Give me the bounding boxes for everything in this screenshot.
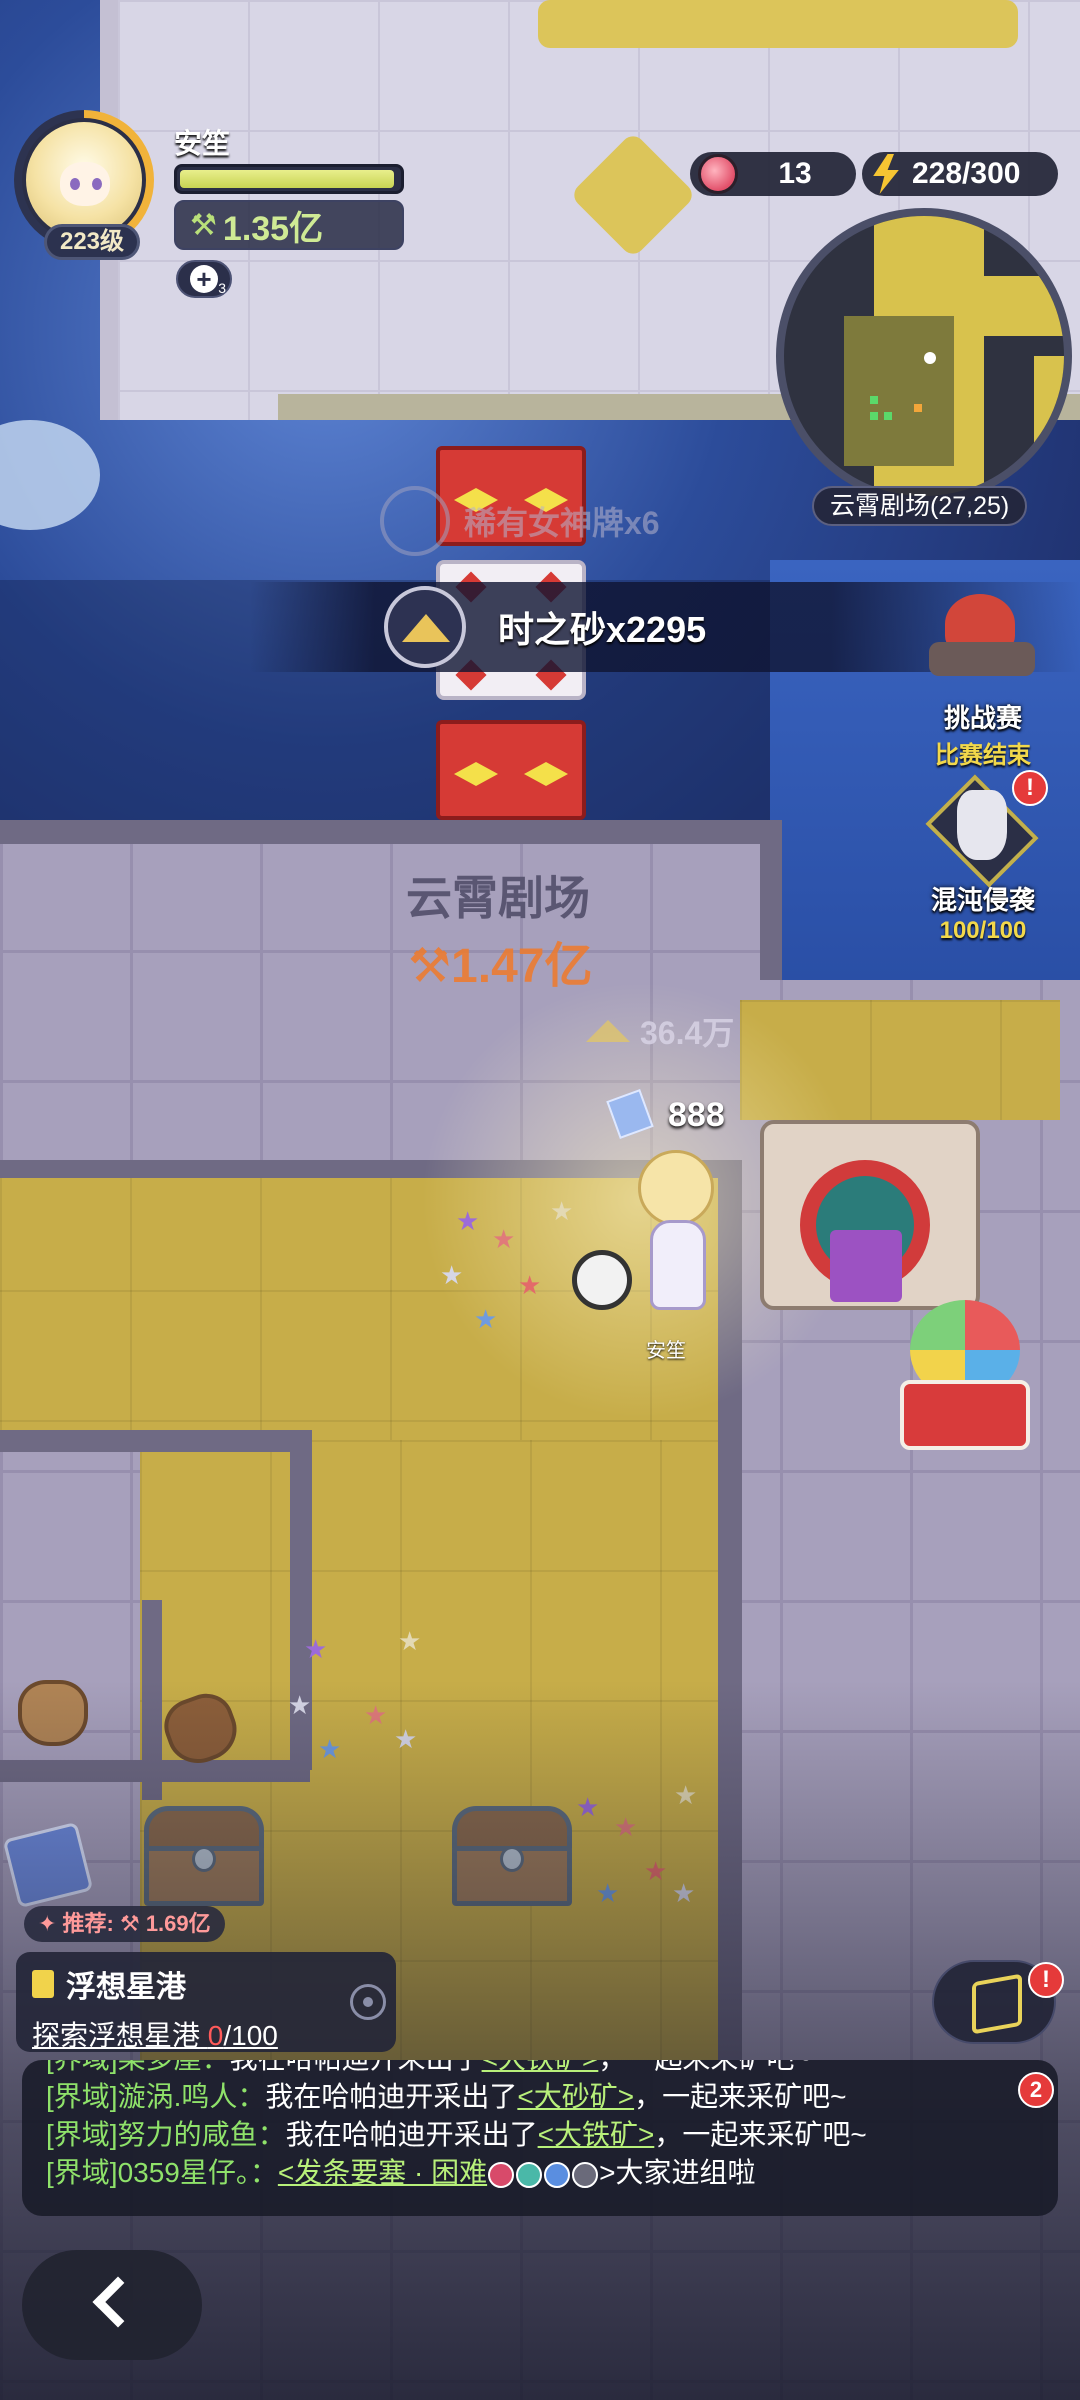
quest-progress[interactable]: 探索浮想星港 0/100	[32, 2014, 380, 2054]
chaos-alert: !	[1012, 770, 1048, 806]
player-power-value: 1.35亿	[222, 209, 324, 248]
wall	[0, 820, 780, 844]
goddess-card-icon	[380, 486, 450, 556]
star-pickup: ★	[614, 1812, 638, 1842]
lightning-icon	[873, 154, 899, 194]
treasure-chest[interactable]	[144, 1806, 264, 1906]
chat-line: [界域]梁多崖：我在哈帕迪开采出了<大铁矿>，一起来采矿吧~	[46, 2060, 1034, 2078]
chat-panel[interactable]: [界域]梁多崖：我在哈帕迪开采出了<大铁矿>，一起来采矿吧~ [界域]漩涡.鸣人…	[22, 2060, 1058, 2216]
challenge-status: 比赛结束	[935, 742, 1031, 769]
star-pickup: ★	[596, 1878, 620, 1908]
wall	[142, 1600, 162, 1800]
damage-number: 888	[668, 1096, 725, 1134]
star-pickup: ★	[456, 1206, 480, 1236]
star-pickup: ★	[518, 1270, 542, 1300]
player-position-marker	[924, 352, 936, 364]
sand-pile-icon	[586, 1020, 630, 1042]
cube-box-icon	[972, 1973, 1022, 2035]
zone-title: 云霄剧场	[406, 872, 590, 924]
star-pickup: ★	[474, 1304, 498, 1334]
buff-count: 3	[218, 280, 226, 296]
element-icon	[572, 2161, 599, 2188]
peach-icon	[698, 154, 738, 194]
sand-pile-icon	[384, 586, 466, 668]
element-icon	[488, 2161, 515, 2188]
quest-title: 浮想星港	[66, 1971, 186, 2004]
star-pickup: ★	[492, 1224, 516, 1254]
element-icon	[544, 2161, 571, 2188]
star-pickup: ★	[576, 1792, 600, 1822]
star-pickup: ★	[440, 1260, 464, 1290]
chat-line: [界域]0359星仔。：<发条要塞 · 困难 >大家进组啦	[46, 2157, 756, 2188]
minimap[interactable]	[776, 208, 1072, 504]
player-power: ⚒ 1.35亿	[174, 200, 404, 250]
back-chevron-icon	[92, 2276, 144, 2328]
star-pickup: ★	[672, 1878, 696, 1908]
star-pickup: ★	[394, 1724, 418, 1754]
zone-power: ⚒1.47亿	[408, 940, 593, 993]
power-hammer-icon: ⚒	[190, 208, 217, 242]
peach-resource[interactable]: 13	[690, 152, 856, 196]
challenge-icon	[923, 588, 1043, 698]
panda-pet	[572, 1250, 632, 1310]
ghost-drop-notice: 稀有女神牌x6	[380, 486, 660, 556]
star-pickup: ★	[550, 1196, 574, 1226]
drum-machine[interactable]	[760, 1120, 1000, 1320]
wall	[760, 820, 782, 980]
chaos-invasion-button[interactable]: ! 混沌侵袭 100/100	[908, 770, 1058, 945]
chat-link[interactable]: <大铁矿>	[538, 2119, 655, 2150]
level-badge: 223级	[44, 224, 140, 260]
star-pickup: ★	[288, 1690, 312, 1720]
character-name-label: 安笙	[646, 1340, 686, 1362]
star-pickup: ★	[318, 1734, 342, 1764]
player-name: 安笙	[174, 128, 231, 159]
challenge-button[interactable]: 挑战赛 比赛结束	[908, 588, 1058, 770]
sand-amount: 36.4万	[586, 1008, 734, 1054]
recommend-power: ✦ 推荐: ⚒ 1.69亿	[24, 1906, 225, 1942]
target-icon[interactable]	[350, 1984, 386, 2020]
back-button[interactable]	[22, 2250, 202, 2360]
energy-value: 228/300	[912, 157, 1021, 190]
minimap-location: 云霄剧场(27,25)	[812, 486, 1028, 526]
chat-line: [界域]努力的咸鱼：我在哈帕迪开采出了<大铁矿>，一起来采矿吧~	[46, 2119, 867, 2150]
chat-line: [界域]漩涡.鸣人：我在哈帕迪开采出了<大砂矿>，一起来采矿吧~	[46, 2081, 847, 2112]
player-character[interactable]	[620, 1150, 730, 1320]
chat-link[interactable]: <发条要塞 · 困难	[278, 2157, 487, 2188]
plus-icon: +	[190, 265, 218, 293]
treasure-chest[interactable]	[452, 1806, 572, 1906]
barrier-tile	[436, 720, 586, 820]
drop-banner-text: 时之砂x2295	[498, 609, 707, 650]
challenge-title: 挑战赛	[943, 703, 1022, 733]
buff-button[interactable]: + 3	[176, 260, 232, 298]
wall	[0, 1430, 310, 1452]
star-pickup: ★	[644, 1856, 668, 1886]
power-hammer-icon: ⚒	[408, 940, 452, 993]
peach-count: 13	[778, 157, 812, 190]
circus-drum[interactable]	[900, 1300, 1040, 1460]
quest-panel[interactable]: 浮想星港 探索浮想星港 0/100	[16, 1952, 396, 2052]
chaos-status: 100/100	[939, 917, 1027, 944]
chat-unread-badge: 2	[1018, 2072, 1054, 2108]
star-pickup: ★	[674, 1780, 698, 1810]
element-icon	[516, 2161, 543, 2188]
energy-resource[interactable]: 228/300	[862, 152, 1058, 196]
quest-clipboard-icon	[32, 1970, 54, 1998]
star-pickup: ★	[304, 1634, 328, 1664]
hp-bar	[174, 164, 404, 194]
star-pickup: ★	[398, 1626, 422, 1656]
star-pickup: ★	[364, 1700, 388, 1730]
chaos-title: 混沌侵袭	[930, 885, 1035, 915]
loot-bag[interactable]	[18, 1680, 88, 1746]
cube-box-alert: !	[1028, 1962, 1064, 1998]
chat-link[interactable]: <大砂矿>	[517, 2081, 634, 2112]
